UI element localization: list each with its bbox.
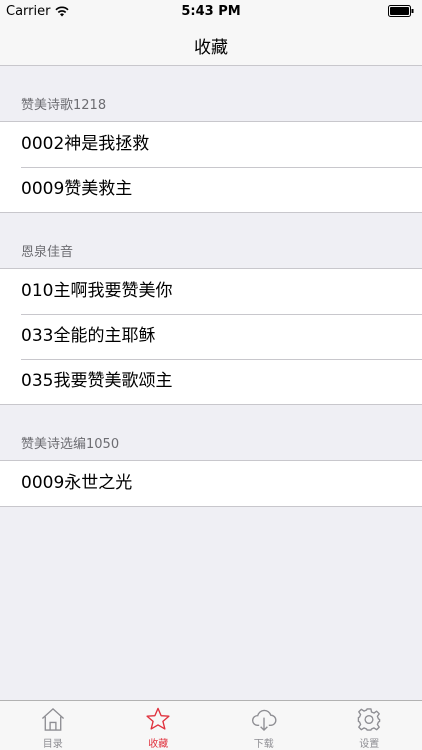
section-hymns-1218: 赞美诗歌1218 0002神是我拯救 0009赞美救主 [0, 66, 422, 213]
list-item[interactable]: 033全能的主耶稣 [0, 314, 422, 359]
list-item[interactable]: 0009永世之光 [0, 461, 422, 506]
home-icon [41, 707, 64, 731]
section-header-label: 赞美诗选编1050 [21, 437, 120, 452]
tab-catalog[interactable]: 目录 [0, 701, 106, 750]
cloud-download-icon [251, 709, 277, 732]
section-header-label: 赞美诗歌1218 [21, 98, 107, 113]
section-header-label: 恩泉佳音 [21, 245, 74, 260]
section-group: 0002神是我拯救 0009赞美救主 [0, 121, 422, 213]
section-header: 赞美诗歌1218 [0, 66, 422, 121]
list-item[interactable]: 0009赞美救主 [0, 167, 422, 212]
tab-download[interactable]: 下载 [211, 701, 317, 750]
tab-label: 目录 [42, 739, 63, 750]
tab-bar: 目录 收藏 下载 设置 [0, 700, 422, 750]
section-header: 赞美诗选编1050 [0, 405, 422, 460]
tab-label: 设置 [359, 739, 380, 750]
tab-favorites[interactable]: 收藏 [106, 701, 212, 750]
page-title: 收藏 [194, 38, 228, 58]
star-icon [146, 707, 170, 730]
tab-label: 下载 [253, 739, 274, 750]
list-item[interactable]: 010主啊我要赞美你 [0, 269, 422, 314]
navigation-bar: 收藏 [0, 22, 422, 66]
status-time: 5:43 PM [181, 4, 241, 19]
list-item[interactable]: 035我要赞美歌颂主 [0, 359, 422, 404]
section-enquan-jiayin: 恩泉佳音 010主啊我要赞美你 033全能的主耶稣 035我要赞美歌颂主 [0, 213, 422, 405]
status-bar: Carrier 5:43 PM [0, 0, 422, 22]
section-hymns-1050: 赞美诗选编1050 0009永世之光 [0, 405, 422, 507]
gear-icon [357, 708, 381, 731]
list-item[interactable]: 0002神是我拯救 [0, 122, 422, 167]
tab-settings[interactable]: 设置 [317, 701, 422, 750]
section-group: 0009永世之光 [0, 460, 422, 507]
tab-label: 收藏 [148, 739, 169, 750]
battery-icon [388, 5, 414, 17]
favorites-list: 赞美诗歌1218 0002神是我拯救 0009赞美救主 恩泉佳音 010主啊我要… [0, 66, 422, 507]
section-group: 010主啊我要赞美你 033全能的主耶稣 035我要赞美歌颂主 [0, 268, 422, 405]
section-header: 恩泉佳音 [0, 213, 422, 268]
